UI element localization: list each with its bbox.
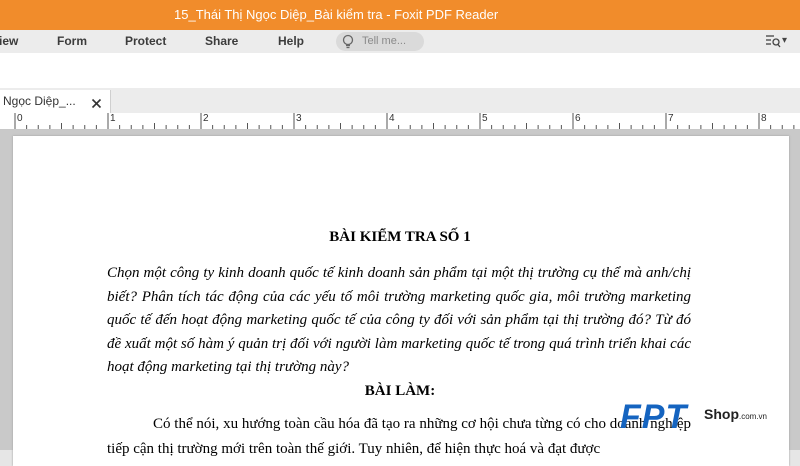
menu-protect[interactable]: Protect xyxy=(125,30,166,52)
menu-help[interactable]: Help xyxy=(278,30,304,52)
ruler-ticks xyxy=(14,113,795,129)
watermark-domain: .com.vn xyxy=(739,412,768,421)
watermark-shop: Shop xyxy=(704,406,739,422)
document-tab-strip: Ngọc Diệp_... xyxy=(0,88,800,113)
window-title: 15_Thái Thị Ngọc Diệp_Bài kiểm tra - Fox… xyxy=(174,7,499,22)
menu-share[interactable]: Share xyxy=(205,30,238,52)
ruler-label: 2 xyxy=(203,113,209,124)
menu-form[interactable]: Form xyxy=(57,30,87,52)
ruler-label: 3 xyxy=(296,113,302,124)
question-paragraph: Chọn một công ty kinh doanh quốc tế kinh… xyxy=(107,265,691,375)
menu-bar: iew Form Protect Share Help Tell me... ▾ xyxy=(0,30,800,53)
tell-me-search[interactable]: Tell me... xyxy=(336,32,424,51)
ruler-label: 7 xyxy=(668,113,674,124)
ruler-label: 0 xyxy=(17,113,23,124)
menu-view[interactable]: iew xyxy=(0,30,18,52)
watermark-shop-text: Shop.com.vn xyxy=(704,404,767,427)
tab-label: Ngọc Diệp_... xyxy=(3,94,76,108)
ruler-label: 8 xyxy=(761,113,767,124)
find-icon[interactable] xyxy=(765,33,781,54)
document-tab[interactable]: Ngọc Diệp_... xyxy=(0,90,111,113)
lightbulb-icon xyxy=(341,34,355,54)
close-icon[interactable] xyxy=(91,96,102,114)
tell-me-placeholder: Tell me... xyxy=(362,35,407,47)
chevron-down-icon[interactable]: ▾ xyxy=(782,33,787,49)
ruler-label: 4 xyxy=(389,113,395,124)
body-paragraph: Có thể nói, xu hướng toàn cầu hóa đã tạo… xyxy=(107,416,691,457)
ruler-label: 1 xyxy=(110,113,116,124)
watermark-logo-letters: FPT xyxy=(620,398,688,436)
ruler-label: 5 xyxy=(482,113,488,124)
title-bar: 15_Thái Thị Ngọc Diệp_Bài kiểm tra - Fox… xyxy=(0,0,800,30)
ribbon-toolbar xyxy=(0,53,800,88)
fptshop-watermark: FPT Shop.com.vn xyxy=(620,396,800,438)
document-title: BÀI KIỂM TRA SỐ 1 xyxy=(329,229,471,245)
ruler-label: 6 xyxy=(575,113,581,124)
horizontal-ruler: 0 1 2 3 4 5 6 7 8 xyxy=(0,113,800,130)
